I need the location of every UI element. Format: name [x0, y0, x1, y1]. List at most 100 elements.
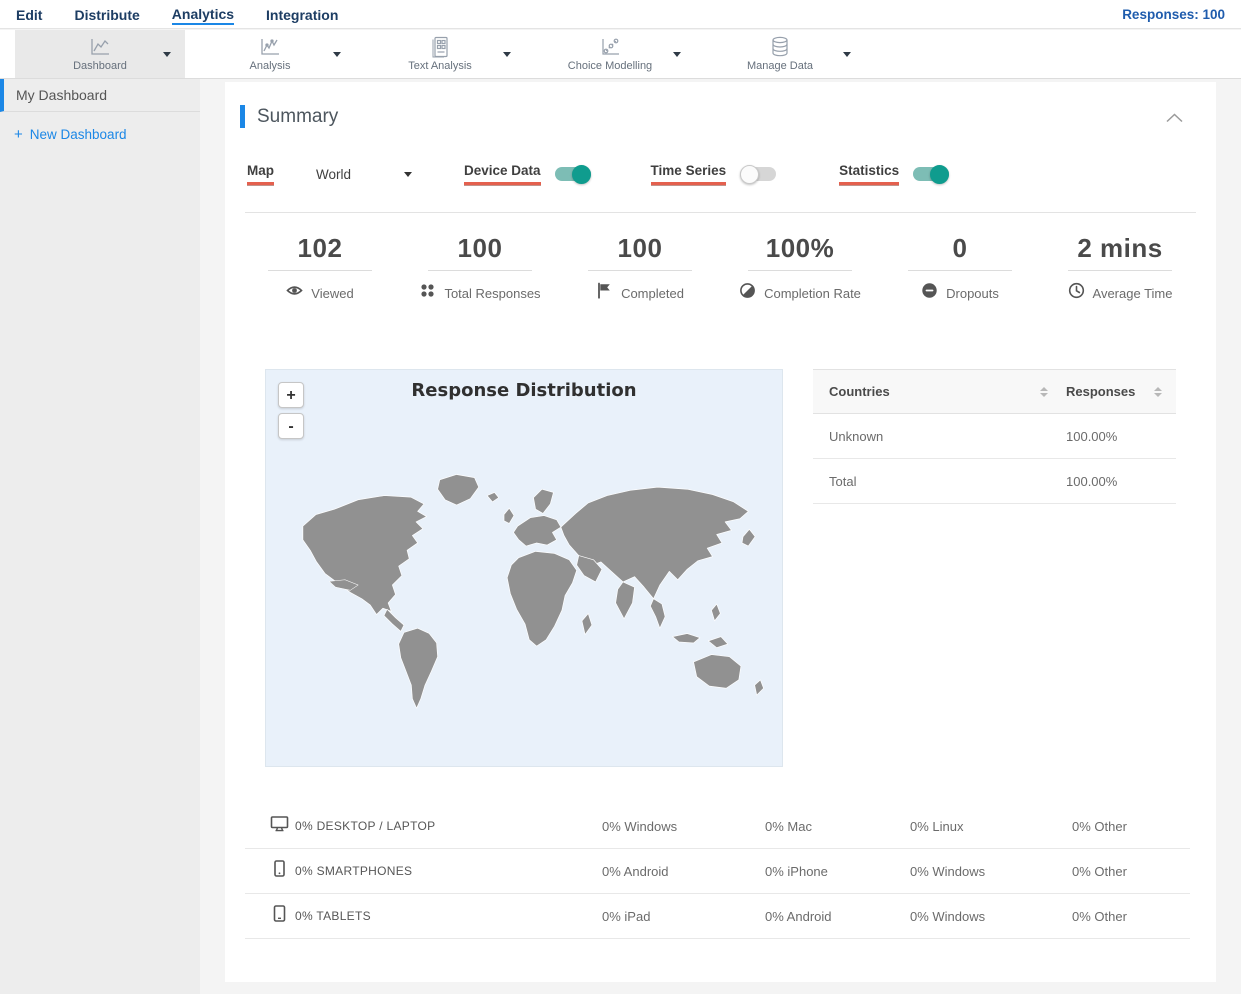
divider: [748, 270, 852, 271]
world-map[interactable]: [266, 416, 782, 752]
stat-value: 0: [952, 233, 968, 263]
sort-icon[interactable]: [1154, 386, 1162, 397]
clock-icon: [1068, 282, 1085, 304]
device-detail: 0% Mac: [765, 818, 812, 834]
nav-item-integration[interactable]: Integration: [266, 5, 338, 23]
toolbar-item-label: Text Analysis: [408, 60, 472, 72]
stat-average-time: 2 mins Average Time: [1040, 232, 1200, 304]
device-label: 0% SMARTPHONES: [295, 864, 413, 878]
table-row: Total 100.00%: [813, 459, 1176, 504]
tablet-icon: [270, 904, 295, 928]
toolbar-item-label: Analysis: [249, 60, 291, 72]
toolbar-item-dashboard[interactable]: Dashboard: [15, 30, 185, 78]
stats-row: 102 Viewed 100 Total Responses 100 Compl…: [240, 232, 1200, 304]
device-detail: 0% Other: [1072, 818, 1127, 834]
scatter-chart-icon: [598, 36, 622, 58]
dashboard-sidebar: My Dashboard + New Dashboard: [0, 79, 200, 994]
table-row-smartphones: 0% SMARTPHONES 0% Android 0% iPhone 0% W…: [245, 849, 1190, 894]
device-detail: 0% Other: [1072, 908, 1127, 924]
sidebar-item-my-dashboard[interactable]: My Dashboard: [0, 79, 200, 112]
map-zoom-in-button[interactable]: +: [278, 382, 304, 408]
response-distribution-map: Response Distribution + -: [265, 369, 783, 767]
countries-table-header: Countries Responses: [813, 369, 1176, 414]
device-detail: 0% Android: [602, 863, 669, 879]
minus-circle-icon: [921, 282, 938, 304]
countries-column-header[interactable]: Countries: [829, 384, 890, 399]
stat-total-responses: 100 Total Responses: [400, 232, 560, 304]
summary-card: Summary Map World Device Data Time Serie…: [225, 82, 1216, 982]
table-row-tablets: 0% TABLETS 0% iPad 0% Android 0% Windows…: [245, 894, 1190, 939]
table-row: Unknown 100.00%: [813, 414, 1176, 459]
page-title: Summary: [257, 105, 339, 127]
statistics-toggle[interactable]: [913, 164, 950, 184]
toolbar-item-label: Dashboard: [73, 60, 127, 72]
chevron-down-icon[interactable]: [673, 52, 681, 57]
responses-count[interactable]: Responses: 100: [1122, 7, 1225, 22]
dots-grid-icon: [419, 282, 436, 304]
new-dashboard-button[interactable]: + New Dashboard: [14, 127, 200, 142]
chevron-down-icon[interactable]: [503, 52, 511, 57]
device-data-toggle[interactable]: [554, 164, 591, 184]
chevron-down-icon[interactable]: [163, 52, 171, 57]
responses-column-header[interactable]: Responses: [1066, 384, 1135, 399]
nav-item-analytics[interactable]: Analytics: [171, 4, 235, 25]
chevron-down-icon[interactable]: [843, 52, 851, 57]
chevron-down-icon: [404, 171, 412, 177]
desktop-icon: [270, 814, 295, 838]
sort-icon[interactable]: [1040, 386, 1048, 397]
toggle-knob: [930, 164, 950, 184]
device-detail: 0% Linux: [910, 818, 964, 834]
top-navigation: Edit Distribute Analytics Integration Re…: [0, 0, 1241, 29]
stat-value: 100: [617, 233, 663, 263]
toolbar-item-text-analysis[interactable]: Text Analysis: [355, 30, 525, 78]
time-series-toggle[interactable]: [740, 164, 777, 184]
nav-item-edit[interactable]: Edit: [16, 5, 42, 23]
map-label: Map: [247, 163, 274, 185]
database-icon: [768, 36, 792, 58]
line-chart-icon: [258, 36, 282, 58]
stat-label: Viewed: [311, 285, 354, 301]
accent-bar: [240, 105, 245, 128]
summary-controls: Map World Device Data Time Series Statis…: [247, 158, 950, 190]
device-data-label: Device Data: [464, 163, 541, 185]
eye-icon: [286, 282, 303, 304]
toggle-knob: [740, 164, 760, 184]
toolbar-item-manage-data[interactable]: Manage Data: [695, 30, 865, 78]
smartphone-icon: [270, 859, 295, 883]
divider: [588, 270, 692, 271]
statistics-label: Statistics: [839, 163, 900, 185]
divider: [908, 270, 1012, 271]
flag-icon: [596, 282, 613, 304]
map-region-select[interactable]: World: [316, 167, 412, 182]
toggle-knob: [571, 164, 591, 184]
stat-completed: 100 Completed: [560, 232, 720, 304]
line-chart-icon: [88, 36, 112, 58]
sidebar-item-label: My Dashboard: [16, 87, 108, 103]
device-detail: 0% Android: [765, 908, 832, 924]
nav-item-distribute[interactable]: Distribute: [74, 5, 139, 23]
chevron-down-icon[interactable]: [333, 52, 341, 57]
device-label: 0% DESKTOP / LAPTOP: [295, 819, 436, 833]
divider: [428, 270, 532, 271]
toolbar-item-choice-modelling[interactable]: Choice Modelling: [525, 30, 695, 78]
plus-icon: +: [14, 126, 23, 143]
stat-label: Total Responses: [444, 285, 541, 301]
device-detail: 0% Windows: [910, 863, 986, 879]
toolbar-item-label: Choice Modelling: [567, 60, 653, 72]
stat-value: 100%: [765, 233, 835, 263]
document-grid-icon: [428, 36, 452, 58]
country-name: Total: [829, 473, 857, 489]
stat-value: 102: [297, 233, 343, 263]
chevron-up-icon[interactable]: [1166, 110, 1183, 128]
device-detail: 0% iPad: [602, 908, 651, 924]
divider: [245, 212, 1196, 213]
map-region-value: World: [316, 166, 352, 182]
device-detail: 0% Windows: [910, 908, 986, 924]
countries-table: Countries Responses Unknown 100.00% Tota…: [813, 369, 1176, 504]
stat-dropouts: 0 Dropouts: [880, 232, 1040, 304]
summary-header: Summary: [240, 105, 338, 128]
divider: [268, 270, 372, 271]
toolbar-item-analysis[interactable]: Analysis: [185, 30, 355, 78]
stat-label: Completion Rate: [764, 285, 861, 301]
analytics-toolbar: Dashboard Analysis Text Analysis Choice …: [0, 30, 1241, 79]
